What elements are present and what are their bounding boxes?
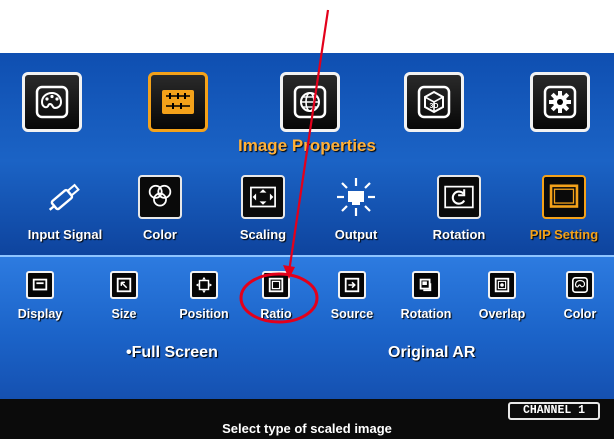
option-overlap[interactable]: Overlap bbox=[468, 271, 536, 321]
ratio-value-original-ar[interactable]: Original AR bbox=[388, 344, 475, 362]
submenu-label: Color bbox=[143, 227, 177, 242]
submenu-label: PIP Setting bbox=[529, 227, 599, 242]
rotation-small-icon bbox=[412, 271, 440, 299]
ratio-icon bbox=[262, 271, 290, 299]
scaling-arrows-icon bbox=[241, 175, 285, 219]
source-icon bbox=[338, 271, 366, 299]
submenu-item-output[interactable]: Output bbox=[313, 175, 399, 242]
option-size[interactable]: Size bbox=[90, 271, 158, 321]
overlap-icon bbox=[488, 271, 516, 299]
submenu-item-input-signal[interactable]: Input Signal bbox=[22, 175, 108, 242]
ratio-value-full-screen[interactable]: •Full Screen bbox=[126, 344, 218, 362]
submenu-item-pip-setting[interactable]: PIP Setting bbox=[521, 175, 607, 242]
pip-options-row: Display Size Position Ratio Source Rotat… bbox=[0, 271, 614, 331]
submenu-item-rotation[interactable]: Rotation bbox=[416, 175, 502, 242]
3d-cube-icon[interactable]: 3D bbox=[404, 72, 464, 132]
display-icon bbox=[26, 271, 54, 299]
option-label: Source bbox=[330, 307, 374, 321]
palette-icon[interactable] bbox=[22, 72, 82, 132]
submenu-item-scaling[interactable]: Scaling bbox=[220, 175, 306, 242]
option-label: Size bbox=[111, 307, 137, 321]
position-icon bbox=[190, 271, 218, 299]
option-label: Position bbox=[179, 307, 229, 321]
option-ratio[interactable]: Ratio bbox=[242, 271, 310, 321]
output-sun-icon bbox=[334, 175, 378, 219]
option-rotation[interactable]: Rotation bbox=[392, 271, 460, 321]
main-category-row: 3D bbox=[0, 72, 614, 142]
option-label: Display bbox=[17, 307, 63, 321]
status-hint: Select type of scaled image bbox=[222, 421, 392, 436]
submenu-label: Output bbox=[334, 227, 378, 242]
size-icon bbox=[110, 271, 138, 299]
option-display[interactable]: Display bbox=[6, 271, 74, 321]
option-source[interactable]: Source bbox=[318, 271, 386, 321]
color-small-icon bbox=[566, 271, 594, 299]
color-circles-icon bbox=[138, 175, 182, 219]
channel-indicator: CHANNEL 1 bbox=[508, 402, 600, 420]
rotation-icon bbox=[437, 175, 481, 219]
submenu-label: Rotation bbox=[432, 227, 486, 242]
submenu-label: Scaling bbox=[239, 227, 287, 242]
gear-icon[interactable] bbox=[530, 72, 590, 132]
submenu-label: Input Signal bbox=[27, 227, 103, 242]
image-properties-icon[interactable] bbox=[148, 72, 208, 132]
option-label: Rotation bbox=[400, 307, 452, 321]
option-label: Color bbox=[563, 307, 597, 321]
option-label: Ratio bbox=[260, 307, 292, 321]
svg-text:3D: 3D bbox=[430, 103, 439, 110]
usb-plug-icon bbox=[43, 175, 87, 219]
option-position[interactable]: Position bbox=[170, 271, 238, 321]
globe-network-icon[interactable] bbox=[280, 72, 340, 132]
pip-window-icon bbox=[542, 175, 586, 219]
section-title: Image Properties bbox=[238, 136, 376, 155]
submenu-item-color[interactable]: Color bbox=[117, 175, 203, 242]
option-label: Overlap bbox=[478, 307, 526, 321]
option-color[interactable]: Color bbox=[546, 271, 614, 321]
submenu-row: Input Signal Color Scaling Output Rotati… bbox=[0, 175, 614, 255]
